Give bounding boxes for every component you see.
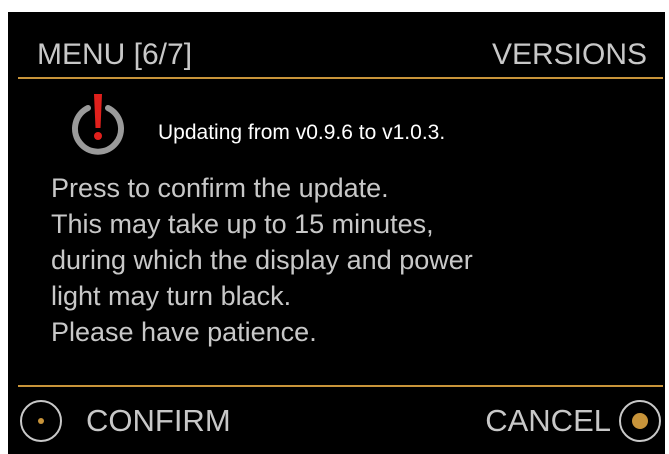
instruction-line: Press to confirm the update. (51, 173, 389, 203)
menu-title: MENU [6/7] (37, 38, 193, 71)
device-screen: MENU [6/7] VERSIONS Updating from v0.9.6… (8, 12, 665, 454)
header-divider (18, 77, 663, 79)
instruction-line: during which the display and power (51, 245, 473, 275)
confirm-dot-icon (38, 418, 44, 424)
update-message: Updating from v0.9.6 to v1.0.3. (158, 121, 446, 144)
footer: CONFIRM CANCEL (8, 388, 665, 454)
cancel-button[interactable]: CANCEL (455, 388, 665, 454)
header: MENU [6/7] VERSIONS (8, 12, 665, 78)
cancel-label: CANCEL (485, 403, 611, 438)
confirm-label: CONFIRM (86, 403, 231, 438)
confirm-button-icon (20, 400, 62, 442)
section-title: VERSIONS (491, 38, 647, 71)
instruction-line: This may take up to 15 minutes, (51, 209, 434, 239)
power-warning-icon (68, 90, 128, 156)
instruction-line: Please have patience. (51, 317, 317, 347)
confirm-button[interactable]: CONFIRM (14, 388, 254, 454)
instructions-text: Press to confirm the update. This may ta… (51, 170, 473, 350)
footer-divider (18, 385, 663, 387)
cancel-button-icon (619, 400, 661, 442)
instruction-line: light may turn black. (51, 281, 292, 311)
cancel-dot-icon (632, 413, 648, 429)
